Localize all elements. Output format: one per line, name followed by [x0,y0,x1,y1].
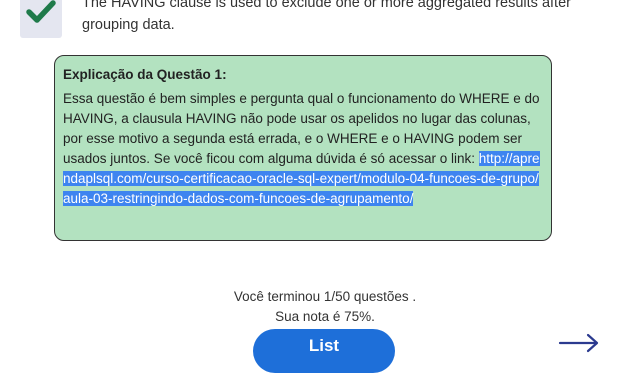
next-button[interactable] [558,331,600,355]
explanation-text: Essa questão é bem simples e pergunta qu… [63,91,540,166]
explanation-box: Explicação da Questão 1: Essa questão é … [54,55,552,241]
answer-option-row: The HAVING clause is used to exclude one… [0,0,640,44]
score-text: Sua nota é 75%. [275,309,375,324]
result-summary: Você terminou 1/50 questões . Sua nota é… [0,287,640,327]
list-button[interactable]: List [253,329,395,373]
explanation-title: Explicação da Questão 1: [63,67,227,82]
arrow-right-icon [558,333,599,353]
check-icon [26,0,56,23]
finished-count-text: Você terminou 1/50 questões . [233,289,417,304]
answer-check-box [20,0,62,38]
answer-text: The HAVING clause is used to exclude one… [82,0,571,33]
explanation-body: Essa questão é bem simples e pergunta qu… [63,89,543,209]
